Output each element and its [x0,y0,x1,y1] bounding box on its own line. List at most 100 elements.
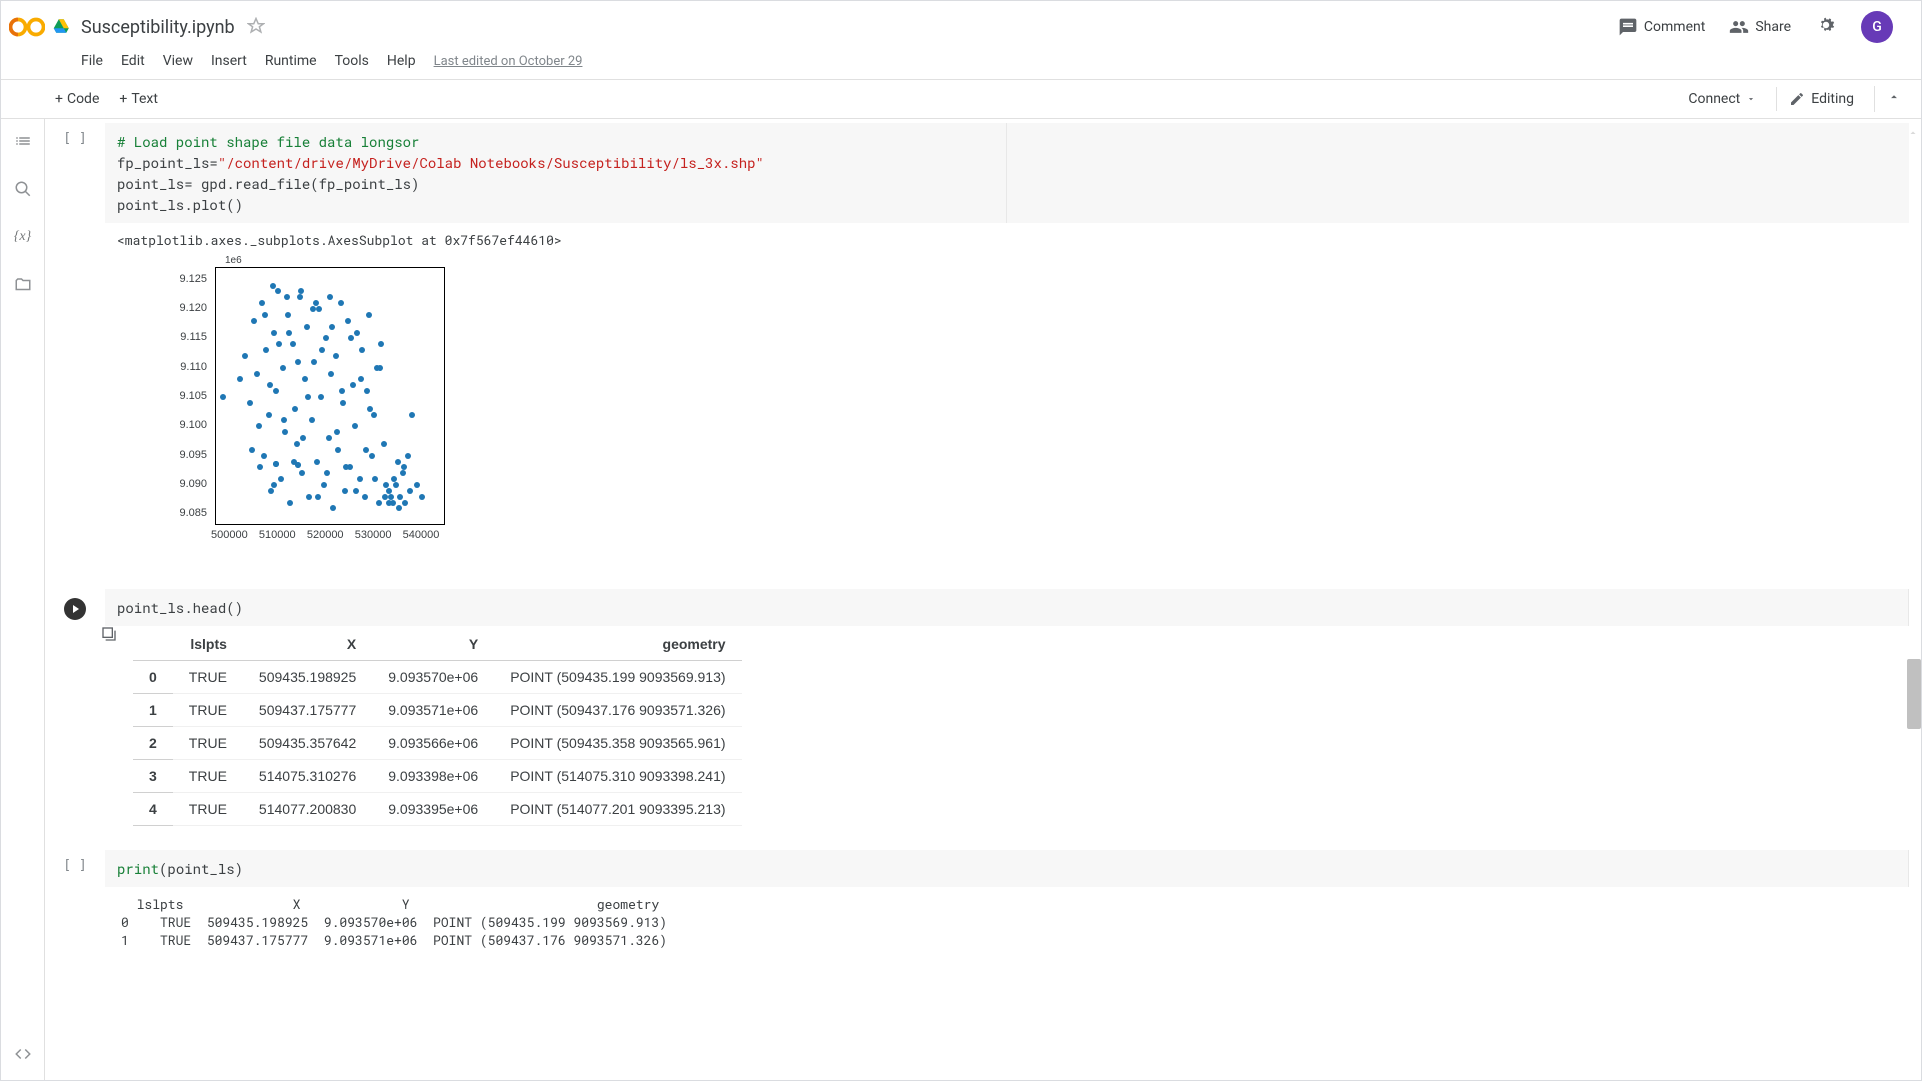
code-editor[interactable]: point_ls.head() [105,589,1909,626]
chart-point [254,371,260,377]
chart-point [259,300,265,306]
exec-indicator[interactable]: [ ] [63,131,86,223]
menu-help[interactable]: Help [379,49,424,73]
table-row: 1TRUE509437.1757779.093571e+06POINT (509… [133,694,742,727]
chart-point [376,500,382,506]
chart-ytick: 9.120 [167,302,207,314]
add-code-button[interactable]: + Code [45,87,109,111]
chart-point [276,341,282,347]
document-title[interactable]: Susceptibility.ipynb [81,17,235,38]
chart-output: 1e6 9.0859.0909.0959.1009.1059.1109.1159… [105,257,1909,573]
table-row: 4TRUE514077.2008309.093395e+06POINT (514… [133,793,742,826]
chart-point [345,318,351,324]
chart-point [267,382,273,388]
chart-point [242,353,248,359]
chart-point [323,335,329,341]
menu-edit[interactable]: Edit [113,49,153,73]
chart-point [256,423,262,429]
chart-point [271,330,277,336]
print-output: lslpts X Y geometry 0 TRUE 509435.198925… [121,887,1909,957]
collapse-button[interactable] [1874,86,1913,112]
share-label: Share [1755,19,1791,35]
add-text-button[interactable]: + Text [109,87,168,111]
chart-point [309,417,315,423]
chart-ytick: 9.115 [167,331,207,343]
code-snippets-icon[interactable] [13,1044,33,1064]
chart-xtick: 500000 [209,529,249,541]
chart-point [292,406,298,412]
chart-point [367,406,373,412]
connect-button[interactable]: Connect [1676,87,1768,111]
files-icon[interactable] [13,275,33,295]
chart-point [304,324,310,330]
chart-point [299,470,305,476]
chart-point [363,447,369,453]
chart-ytick: 9.105 [167,390,207,402]
code-cell-1[interactable]: [ ] # Load point shape file data longsor… [45,123,1909,573]
chart-point [257,464,263,470]
chart-point [333,353,339,359]
chart-xtick: 520000 [305,529,345,541]
last-edited[interactable]: Last edited on October 29 [434,54,583,69]
code-editor[interactable]: # Load point shape file data longsor fp_… [105,123,1007,223]
chart-point [300,435,306,441]
pencil-icon [1789,91,1805,107]
settings-icon[interactable] [1815,14,1837,40]
comment-button[interactable]: Comment [1618,17,1705,37]
menu-tools[interactable]: Tools [327,49,377,73]
scrollbar-thumb[interactable] [1907,659,1921,729]
chart-point [369,453,375,459]
chart-ytick: 9.100 [167,419,207,431]
avatar[interactable]: G [1861,11,1893,43]
chart-ytick: 9.125 [167,273,207,285]
chart-y-exp: 1e6 [225,255,242,266]
chart-point [381,441,387,447]
chart-point [328,371,334,377]
cell-output-repr: <matplotlib.axes._subplots.AxesSubplot a… [105,223,1909,257]
menu-insert[interactable]: Insert [203,49,255,73]
chart-point [414,482,420,488]
notebook-content[interactable]: [ ] # Load point shape file data longsor… [45,119,1921,1080]
menu-view[interactable]: View [155,49,201,73]
code-editor[interactable]: print(point_ls) [105,850,1909,887]
chart-point [366,312,372,318]
chart-point [407,488,413,494]
menu-runtime[interactable]: Runtime [257,49,325,73]
chart-point [386,500,392,506]
table-row: 2TRUE509435.3576429.093566e+06POINT (509… [133,727,742,760]
run-button[interactable] [63,597,87,621]
chevron-up-icon [1887,90,1901,104]
chart-point [305,394,311,400]
toc-icon[interactable] [13,131,33,151]
colab-logo[interactable] [9,9,45,45]
chart-point [371,412,377,418]
chart-point [314,459,320,465]
chart-point [284,294,290,300]
menu-file[interactable]: File [73,49,111,73]
chart-point [382,494,388,500]
chart-point [295,359,301,365]
variables-icon[interactable]: {x} [13,227,33,247]
search-icon[interactable] [13,179,33,199]
exec-indicator[interactable]: [ ] [63,858,86,887]
code-cell-2[interactable]: point_ls.head() lslpts X Y geometry 0TRU… [45,589,1909,834]
chart-point [352,423,358,429]
chart-point [298,288,304,294]
chart-point [409,412,415,418]
chart-point [263,347,269,353]
dataframe-table: lslpts X Y geometry 0TRUE509435.1989259.… [133,628,742,826]
chart-point [266,412,272,418]
scroll-up-icon[interactable] [1907,127,1919,139]
col-lslpts: lslpts [173,628,243,661]
chart-point [273,461,279,467]
col-geometry: geometry [494,628,741,661]
chart-point [357,476,363,482]
editing-button[interactable]: Editing [1776,87,1866,111]
chart-point [348,335,354,341]
share-button[interactable]: Share [1729,17,1791,37]
star-icon[interactable] [247,17,267,37]
col-Y: Y [372,628,494,661]
code-cell-3[interactable]: [ ] print(point_ls) lslpts X Y geometry … [45,850,1909,957]
chart-point [359,347,365,353]
chart-point [249,447,255,453]
